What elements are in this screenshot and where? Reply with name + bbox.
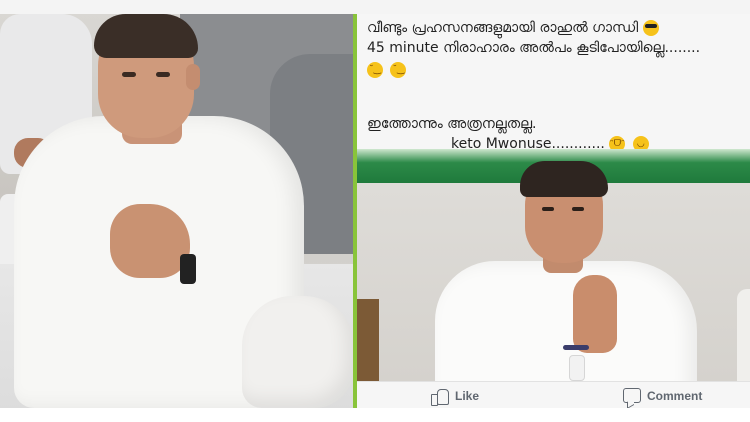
folded-hands [573,275,617,353]
greeting-man-eye [572,207,584,211]
seated-man-eye [156,72,170,77]
comment-icon [623,388,641,403]
left-photo [0,14,353,408]
like-label: Like [455,389,480,403]
wink-emoji-icon: ˘‿ [367,62,383,78]
greeting-man-kurta [435,261,697,381]
bracelet [563,345,589,350]
wristwatch [180,254,196,284]
like-button[interactable]: Like [431,388,480,406]
caption-text-1: വീണ്ടും പ്രഹസനങ്ങളുമായി രാഹുൽ ഗാന്ധി [367,20,639,36]
caption-line-2: 45 minute നിരാഹാരം അൽപം കൂടിപോയില്ലെ....… [367,38,747,58]
sunglasses-emoji-icon [642,20,659,36]
wink-emoji-icon: ˘‿ [390,62,407,78]
white-sack [242,296,353,408]
post-caption: വീണ്ടും പ്രഹസനങ്ങളുമായി രാഹുൽ ഗാന്ധി 45 … [367,18,747,80]
meme-collage: വീണ്ടും പ്രഹസനങ്ങളുമായി രാഹുൽ ഗാന്ധി 45 … [0,0,750,422]
caption-line-1: വീണ്ടും പ്രഹസനങ്ങളുമായി രാഹുൽ ഗാന്ധി [367,18,747,38]
side-figure [737,289,750,381]
seated-man-hair [94,14,198,58]
social-post: വീണ്ടും പ്രഹസനങ്ങളുമായി രാഹുൽ ഗാന്ധി 45 … [357,14,750,408]
post-action-bar: Like Comment [357,381,750,408]
wooden-post [357,299,379,381]
post-photo[interactable] [357,149,750,381]
clasped-hands [110,204,190,278]
caption-text-2: 45 minute നിരാഹാരം അൽപം കൂടിപോയില്ലെ....… [367,40,701,56]
thumbs-up-icon [431,388,449,406]
water-bottle [569,355,585,381]
greeting-man-hair [520,161,608,197]
comment-label: Comment [647,388,703,403]
comment-button[interactable]: Comment [623,388,702,403]
seated-man-ear [186,64,200,90]
emoji-row: ˘‿ ˘‿ [367,60,747,80]
greeting-man-eye [542,207,554,211]
bottom-margin [0,408,750,422]
seated-man-eye [122,72,136,77]
caption-line-3: ഇത്തോന്നും അത്രനല്ലതല്ല. [367,116,537,132]
